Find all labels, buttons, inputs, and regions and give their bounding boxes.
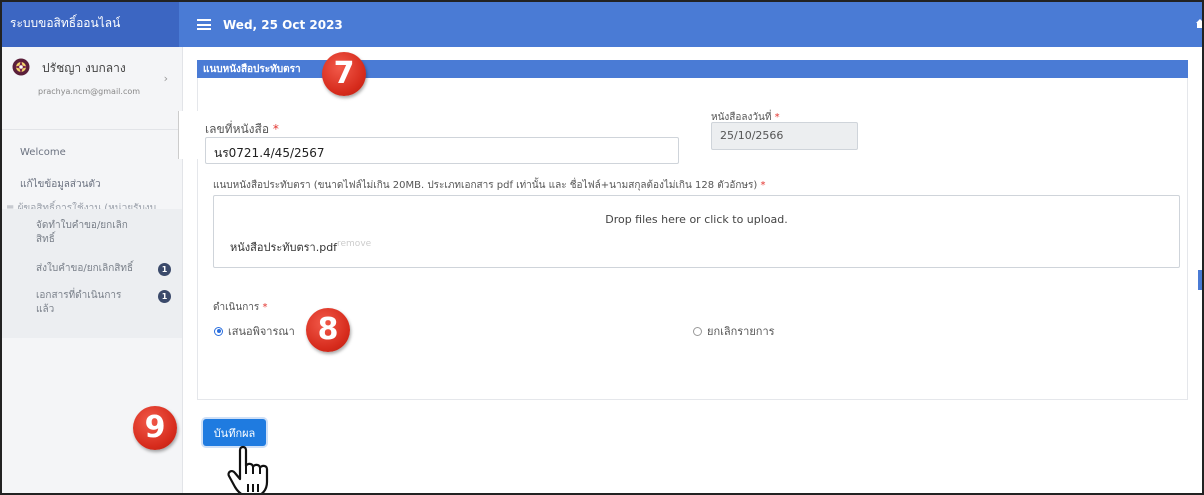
save-button[interactable]: บันทึกผล [203,419,266,446]
current-date: Wed, 25 Oct 2023 [223,17,343,32]
user-email: prachya.ncm@gmail.com [38,87,141,96]
radio-cancel[interactable]: ยกเลิกรายการ [693,322,775,340]
app-brand[interactable]: ระบบขอสิทธิ์ออนไลน์ [2,2,179,47]
hand-pointer-icon [227,445,269,493]
sidebar-item-send-request[interactable]: ส่งใบคำขอ/ยกเลิกสิทธิ์ [36,262,156,276]
sidebar-item-create-request[interactable]: จัดทำใบคำขอ/ยกเลิกสิทธิ์ [36,219,146,247]
radio-submit-label: เสนอพิจารณา [228,325,295,338]
radio-checked-icon [214,326,223,336]
required-mark: * [760,180,766,191]
remove-file-link[interactable]: remove [337,239,371,249]
sidebar-item-welcome[interactable]: Welcome [20,147,66,158]
doc-no-field[interactable]: นร0721.4/45/2567 [205,137,679,164]
date-field: 25/10/2566 [711,122,858,150]
user-panel[interactable]: ปรัชญา งบกลาง prachya.ncm@gmail.com › [2,47,182,130]
attach-label-text: แนบหนังสือประทับตรา (ขนาดไฟล์ไม่เกิน 20M… [213,180,758,191]
user-name: ปรัชญา งบกลาง [42,61,126,75]
action-label: ดำเนินการ * [213,300,267,315]
radio-unchecked-icon [693,326,702,336]
step-marker-7: 7 [322,52,366,96]
chevron-right-icon[interactable]: › [164,72,168,85]
count-badge: 1 [158,290,171,303]
step-marker-9: 9 [133,406,177,450]
count-badge: 1 [158,263,171,276]
side-tab[interactable] [1198,270,1202,290]
home-icon[interactable] [1196,19,1204,28]
radio-cancel-label: ยกเลิกรายการ [707,325,775,338]
app-window: ระบบขอสิทธิ์ออนไลน์ Wed, 25 Oct 2023 ปรั… [0,0,1204,495]
sidebar-item-completed-docs[interactable]: เอกสารที่ดำเนินการแล้ว [36,289,136,317]
doc-no-label-text: เลขที่หนังสือ [205,122,270,136]
top-bar: ระบบขอสิทธิ์ออนไลน์ Wed, 25 Oct 2023 [2,2,1204,47]
action-label-text: ดำเนินการ [213,302,260,313]
step-marker-8: 8 [306,308,350,352]
navbar: Wed, 25 Oct 2023 [179,2,1204,47]
uploaded-file-name: หนังสือประทับตรา.pdf [230,241,338,254]
dropzone-message: Drop files here or click to upload. [605,213,788,226]
avatar [12,58,30,76]
radio-submit[interactable]: เสนอพิจารณา [214,322,295,340]
attach-label: แนบหนังสือประทับตรา (ขนาดไฟล์ไม่เกิน 20M… [213,178,765,193]
menu-toggle-icon[interactable] [197,19,211,30]
file-dropzone[interactable]: Drop files here or click to upload. หนัง… [213,195,1180,268]
required-mark: * [272,122,279,136]
sidebar-item-edit-profile[interactable]: แก้ไขข้อมูลส่วนตัว [20,177,101,192]
required-mark: * [262,302,268,313]
